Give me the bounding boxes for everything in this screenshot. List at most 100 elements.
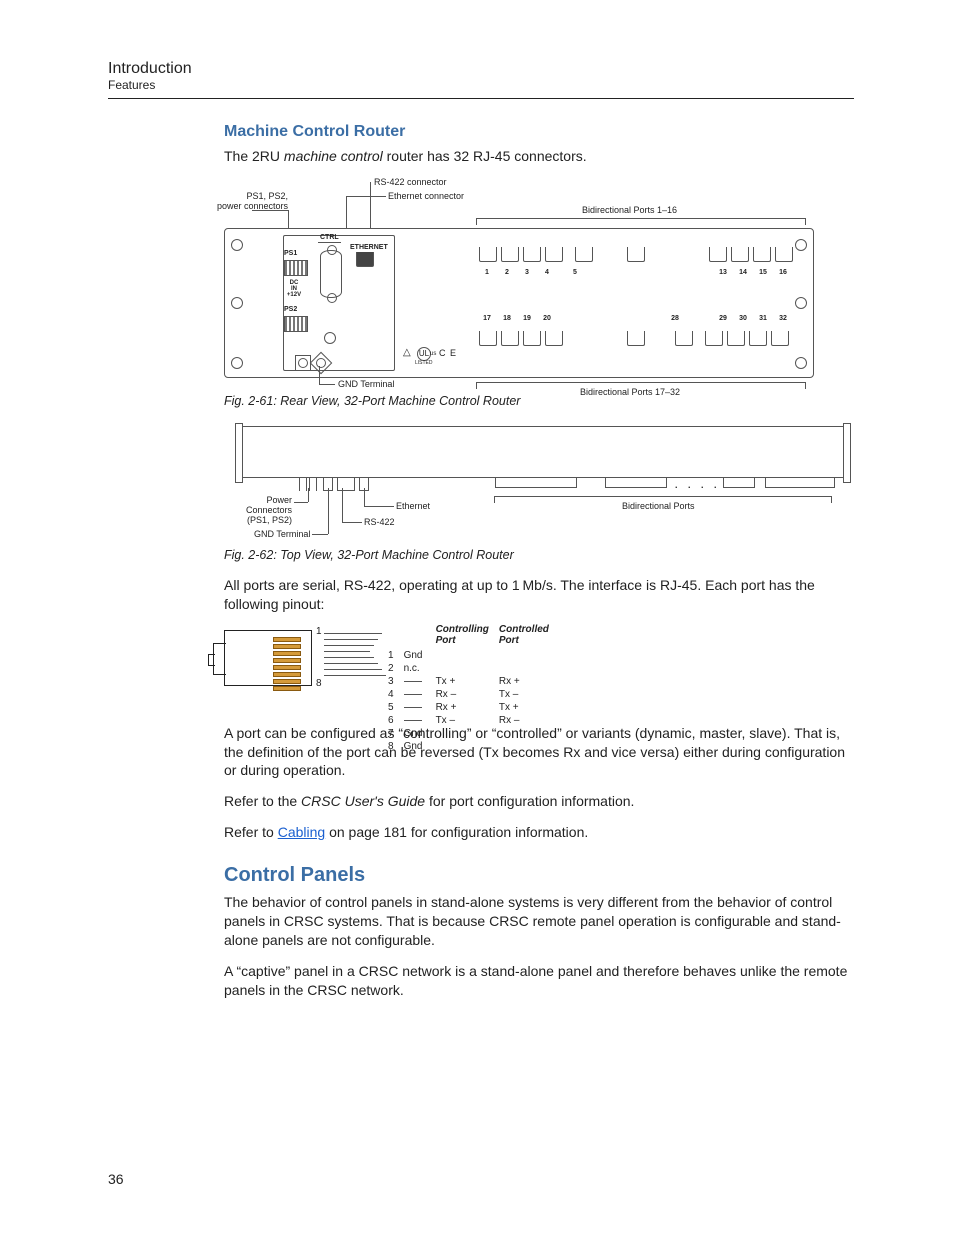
ul-listed: LISTED — [415, 361, 433, 367]
leader-line — [364, 506, 394, 507]
screw-icon — [324, 332, 336, 344]
mounting-hole — [231, 357, 243, 369]
port-numbers: 29303132 — [713, 315, 793, 323]
port-row-bottom — [625, 331, 791, 346]
table-row: 2n.c. — [388, 663, 557, 674]
callout-gnd: GND Terminal — [338, 380, 394, 390]
header-rule — [108, 98, 854, 99]
text: Refer to the — [224, 793, 301, 809]
ul-mark-icon: UL — [417, 347, 431, 361]
warning-triangle-icon: △ — [403, 347, 411, 358]
text: The 2RU — [224, 148, 284, 164]
rack-ear-icon — [235, 423, 243, 483]
leader-line — [312, 534, 328, 535]
port-numbers: 12345 — [477, 269, 585, 277]
rack-ear-icon — [843, 423, 851, 483]
port-block — [765, 477, 835, 488]
col-controlling: Controlling Port — [436, 624, 497, 648]
mounting-hole — [795, 357, 807, 369]
pin-label-8: 8 — [316, 678, 322, 689]
table-row: 1Gnd — [388, 650, 557, 661]
mounting-hole — [231, 239, 243, 251]
port-numbers: 17181920 — [477, 315, 557, 323]
port-block — [495, 477, 577, 488]
connector-stub — [309, 477, 317, 491]
leader-line — [319, 384, 335, 385]
table-row: 4Rx –Tx – — [388, 689, 557, 700]
brace-top — [476, 218, 806, 225]
leader-line — [370, 182, 371, 234]
paragraph-control-panels-2: A “captive” panel in a CRSC network is a… — [224, 962, 854, 1000]
col-controlled: Controlled Port — [499, 624, 557, 648]
label-dc-in: DC IN +12V — [284, 280, 304, 299]
label-ps2: PS2 — [284, 306, 297, 314]
text: Refer to — [224, 824, 278, 840]
leader-line — [294, 502, 308, 503]
pin-leader-lines — [324, 633, 382, 681]
callout-ports: Bidirectional Ports — [622, 502, 695, 512]
label-ps1: PS1 — [284, 250, 297, 258]
page-number: 36 — [108, 1171, 124, 1187]
link-cabling[interactable]: Cabling — [278, 824, 325, 840]
callout-ports-top: Bidirectional Ports 1–16 — [582, 206, 677, 216]
figure-pinout: 1 8 Controlling Port Controlled Port 1Gn… — [224, 626, 564, 716]
figure-top-view: . . . . Power Connectors (PS1, PS2) GND … — [224, 422, 844, 542]
chassis-outline: . . . . — [242, 426, 844, 478]
port-numbers: 28 — [665, 315, 685, 323]
power-jack-icon — [284, 260, 308, 276]
power-jack-icon — [284, 316, 308, 332]
mounting-hole — [795, 297, 807, 309]
paragraph-control-panels-1: The behavior of control panels in stand-… — [224, 893, 854, 950]
paragraph-refer-cabling: Refer to Cabling on page 181 for configu… — [224, 823, 854, 842]
table-row: 3Tx +Rx + — [388, 676, 557, 687]
port-row-top — [477, 247, 595, 262]
heading-machine-control-router: Machine Control Router — [224, 123, 854, 141]
callout-power: PS1, PS2, power connectors — [188, 192, 288, 212]
leader-line — [328, 488, 329, 534]
paragraph-all-ports: All ports are serial, RS-422, operating … — [224, 576, 854, 614]
text: on page 181 for configuration informatio… — [325, 824, 588, 840]
figure-rear-view: RS-422 connector Ethernet connector PS1,… — [194, 178, 814, 388]
leader-line — [342, 488, 343, 522]
pinout-table: Controlling Port Controlled Port 1Gnd 2n… — [386, 622, 559, 754]
leader-line — [346, 196, 386, 197]
ce-mark-icon: C E — [439, 349, 457, 359]
callout-ethernet: Ethernet — [396, 502, 430, 512]
pin-label-1: 1 — [316, 626, 322, 637]
running-section: Features — [108, 78, 854, 92]
leader-line — [364, 488, 365, 506]
callout-ethernet: Ethernet connector — [388, 192, 464, 202]
running-chapter: Introduction — [108, 60, 854, 78]
mounting-hole — [795, 239, 807, 251]
paragraph-refer-crsc: Refer to the CRSC User's Guide for port … — [224, 792, 854, 811]
rs422-port-icon — [320, 250, 342, 298]
callout-ports-bottom: Bidirectional Ports 17–32 — [580, 388, 680, 398]
connector-stub — [299, 477, 307, 491]
table-row: 8Gnd — [388, 741, 557, 752]
ellipsis-icon: . . . . — [675, 481, 721, 491]
heading-control-panels: Control Panels — [224, 864, 854, 887]
rj45-connector-icon — [224, 630, 312, 686]
leader-line — [319, 366, 320, 384]
leader-line — [252, 210, 288, 211]
ethernet-port-icon — [356, 252, 374, 267]
connector-stub — [337, 477, 355, 491]
leader-line — [342, 522, 362, 523]
callout-power: Power Connectors (PS1, PS2) — [236, 496, 292, 526]
callout-gnd: GND Terminal — [254, 530, 310, 540]
chassis-outline: CTRL ETHERNET PS1 DC IN +12V PS2 △ UL us — [224, 228, 814, 378]
text-italic: CRSC User's Guide — [301, 793, 429, 809]
table-row: 5Rx +Tx + — [388, 702, 557, 713]
label-ethernet: ETHERNET — [350, 244, 388, 252]
intro-paragraph: The 2RU machine control router has 32 RJ… — [224, 147, 854, 166]
port-numbers: 13141516 — [713, 269, 793, 277]
ul-us: us — [430, 351, 436, 358]
callout-rs422: RS-422 — [364, 518, 395, 528]
port-row-bottom — [477, 331, 565, 346]
text: router has 32 RJ-45 connectors. — [383, 148, 587, 164]
figure-caption: Fig. 2-61: Rear View, 32-Port Machine Co… — [224, 394, 854, 408]
label-ctrl: CTRL — [318, 234, 341, 243]
mounting-hole — [231, 297, 243, 309]
port-block — [723, 477, 755, 488]
text: for port configuration information. — [429, 793, 634, 809]
